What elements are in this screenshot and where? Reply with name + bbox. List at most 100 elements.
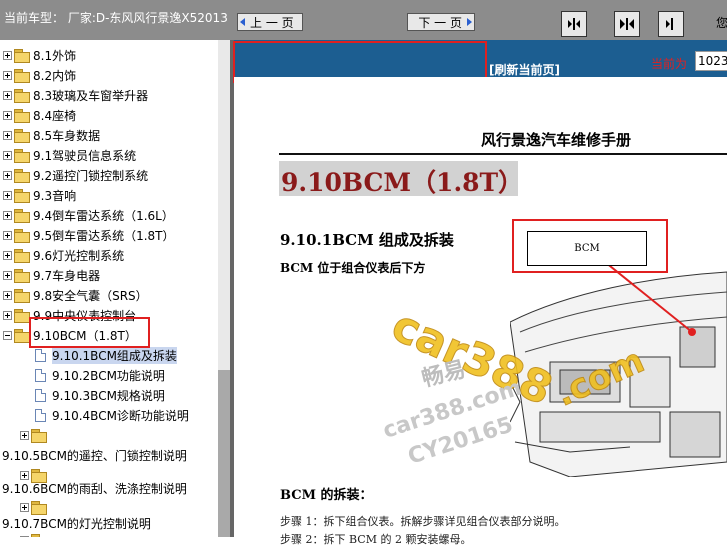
folder-icon [14, 148, 30, 163]
tree-item-label: 9.3音响 [33, 188, 77, 203]
first-page-icon [568, 18, 580, 30]
folder-icon [14, 248, 30, 263]
current-model-title: 当前车型： 厂家:D-东风风行景逸X52013 [4, 11, 228, 25]
first-page-button[interactable] [561, 11, 587, 37]
single-page-button[interactable] [658, 11, 684, 37]
current-page-input[interactable]: 1023 [695, 51, 727, 71]
expand-icon[interactable] [3, 110, 12, 120]
tree-item[interactable] [20, 425, 50, 445]
top-bar: 当前车型： 厂家:D-东风风行景逸X52013 您 [0, 0, 727, 40]
refresh-page-link[interactable]: [刷新当前页] [489, 61, 560, 78]
tree-child-label: 9.10.2BCM功能说明 [52, 368, 165, 383]
left-arrow-icon [240, 18, 245, 26]
expand-icon[interactable] [20, 502, 29, 512]
tree-item[interactable]: 8.5车身数据 [3, 125, 100, 145]
expand-icon[interactable] [20, 430, 29, 440]
single-page-icon [666, 18, 673, 30]
tree-item[interactable]: 9.8安全气囊（SRS） [3, 285, 148, 305]
prev-page-button[interactable]: 上 一 页 [237, 13, 303, 31]
folder-icon [14, 68, 30, 83]
tree-child[interactable]: 9.10.2BCM功能说明 [35, 365, 165, 385]
expand-icon[interactable] [3, 70, 12, 80]
tree-item[interactable]: 8.4座椅 [3, 105, 76, 125]
chapter-tree: 8.1外饰 8.2内饰 8.3玻璃及车窗举升器 8.4座椅 8.5车身数据 9.… [0, 40, 218, 537]
expand-icon[interactable] [3, 50, 12, 60]
folder-icon [14, 208, 30, 223]
current-page-label: 当前为 [651, 57, 688, 71]
tree-item[interactable]: 8.2内饰 [3, 65, 76, 85]
collapse-icon[interactable] [3, 330, 12, 340]
expand-icon[interactable] [3, 230, 12, 240]
expand-icon[interactable] [3, 170, 12, 180]
open-folder-icon [14, 328, 30, 343]
tree-item[interactable]: 8.1外饰 [3, 45, 76, 65]
folder-icon [14, 48, 30, 63]
tree-child[interactable]: 9.10.3BCM规格说明 [35, 385, 165, 405]
folder-icon [31, 500, 47, 515]
tree-child[interactable]: 9.10.4BCM诊断功能说明 [35, 405, 189, 425]
document-icon [35, 348, 46, 362]
tree-child[interactable]: 9.10.1BCM组成及拆装 [35, 345, 177, 365]
bcm-highlight-box [512, 219, 668, 273]
fit-width-button[interactable] [614, 11, 640, 37]
folder-icon [14, 188, 30, 203]
tree-child-label: 9.10.4BCM诊断功能说明 [52, 408, 189, 423]
chapter-heading: 9.10BCM（1.8T） [281, 168, 524, 197]
tree-item[interactable]: 9.10.5BCM的遥控、门锁控制说明 [2, 445, 187, 465]
folder-icon [14, 268, 30, 283]
expand-icon[interactable] [3, 210, 12, 220]
folder-icon [14, 168, 30, 183]
tree-item-label: 8.1外饰 [33, 48, 77, 63]
tree-child-label: 9.10.3BCM规格说明 [52, 388, 165, 403]
tree-item[interactable]: 9.3音响 [3, 185, 76, 205]
tree-item[interactable]: 9.2遥控门锁控制系统 [3, 165, 148, 185]
tree-item[interactable]: 9.1驾驶员信息系统 [3, 145, 136, 165]
title-rule [279, 153, 727, 155]
folder-icon [14, 128, 30, 143]
right-arrow-icon [467, 18, 472, 26]
tree-item-label: 9.2遥控门锁控制系统 [33, 168, 149, 183]
tree-item[interactable]: 8.3玻璃及车窗举升器 [3, 85, 148, 105]
tree-item[interactable] [20, 530, 50, 537]
topbar-cut-text: 您 [716, 16, 727, 30]
folder-icon [14, 288, 30, 303]
tree-item-label: 9.10.7BCM的灯光控制说明 [2, 516, 151, 531]
tree-item-label: 9.5倒车雷达系统（1.8T） [33, 228, 175, 243]
dashboard-diagram [510, 262, 727, 477]
tree-item-label: 9.7车身电器 [33, 268, 101, 283]
tree-item[interactable]: 9.5倒车雷达系统（1.8T） [3, 225, 175, 245]
tree-scrollbar[interactable] [218, 40, 230, 537]
tree-item-label: 8.5车身数据 [33, 128, 101, 143]
prev-page-label: 上 一 页 [250, 15, 294, 30]
tree-item-label: 9.1驾驶员信息系统 [33, 148, 137, 163]
expand-icon[interactable] [3, 310, 12, 320]
step-2-text: 步骤 2：拆下 BCM 的 2 颗安装螺母。 [280, 533, 472, 546]
expand-icon[interactable] [3, 290, 12, 300]
tree-item-label: 9.10.5BCM的遥控、门锁控制说明 [2, 448, 187, 463]
expand-icon[interactable] [3, 270, 12, 280]
expand-icon[interactable] [3, 190, 12, 200]
tree-item-label: 8.3玻璃及车窗举升器 [33, 88, 149, 103]
scrollbar-thumb[interactable] [218, 370, 230, 537]
next-page-button[interactable]: 下 一 页 [407, 13, 475, 31]
expand-icon[interactable] [3, 250, 12, 260]
document-icon [35, 368, 46, 382]
tree-item[interactable]: 9.10.6BCM的雨刮、洗涤控制说明 [2, 478, 187, 498]
expand-icon[interactable] [3, 130, 12, 140]
tree-item[interactable]: 9.7车身电器 [3, 265, 100, 285]
folder-icon [14, 88, 30, 103]
expand-icon[interactable] [3, 90, 12, 100]
removal-heading: BCM 的拆装： [280, 488, 373, 503]
document-icon [35, 408, 46, 422]
selected-item-highlight-box [29, 317, 150, 348]
folder-icon [14, 108, 30, 123]
expand-icon[interactable] [3, 150, 12, 160]
tree-item[interactable]: 9.6灯光控制系统 [3, 245, 124, 265]
tree-child-label: 9.10.1BCM组成及拆装 [52, 346, 177, 364]
tree-item-label: 8.4座椅 [33, 108, 77, 123]
fit-width-icon [620, 18, 634, 30]
tree-item[interactable]: 9.4倒车雷达系统（1.6L） [3, 205, 174, 225]
tree-item-label: 9.4倒车雷达系统（1.6L） [33, 208, 174, 223]
section-heading: 9.10.1BCM 组成及拆装 [280, 231, 454, 249]
folder-icon [31, 428, 47, 443]
